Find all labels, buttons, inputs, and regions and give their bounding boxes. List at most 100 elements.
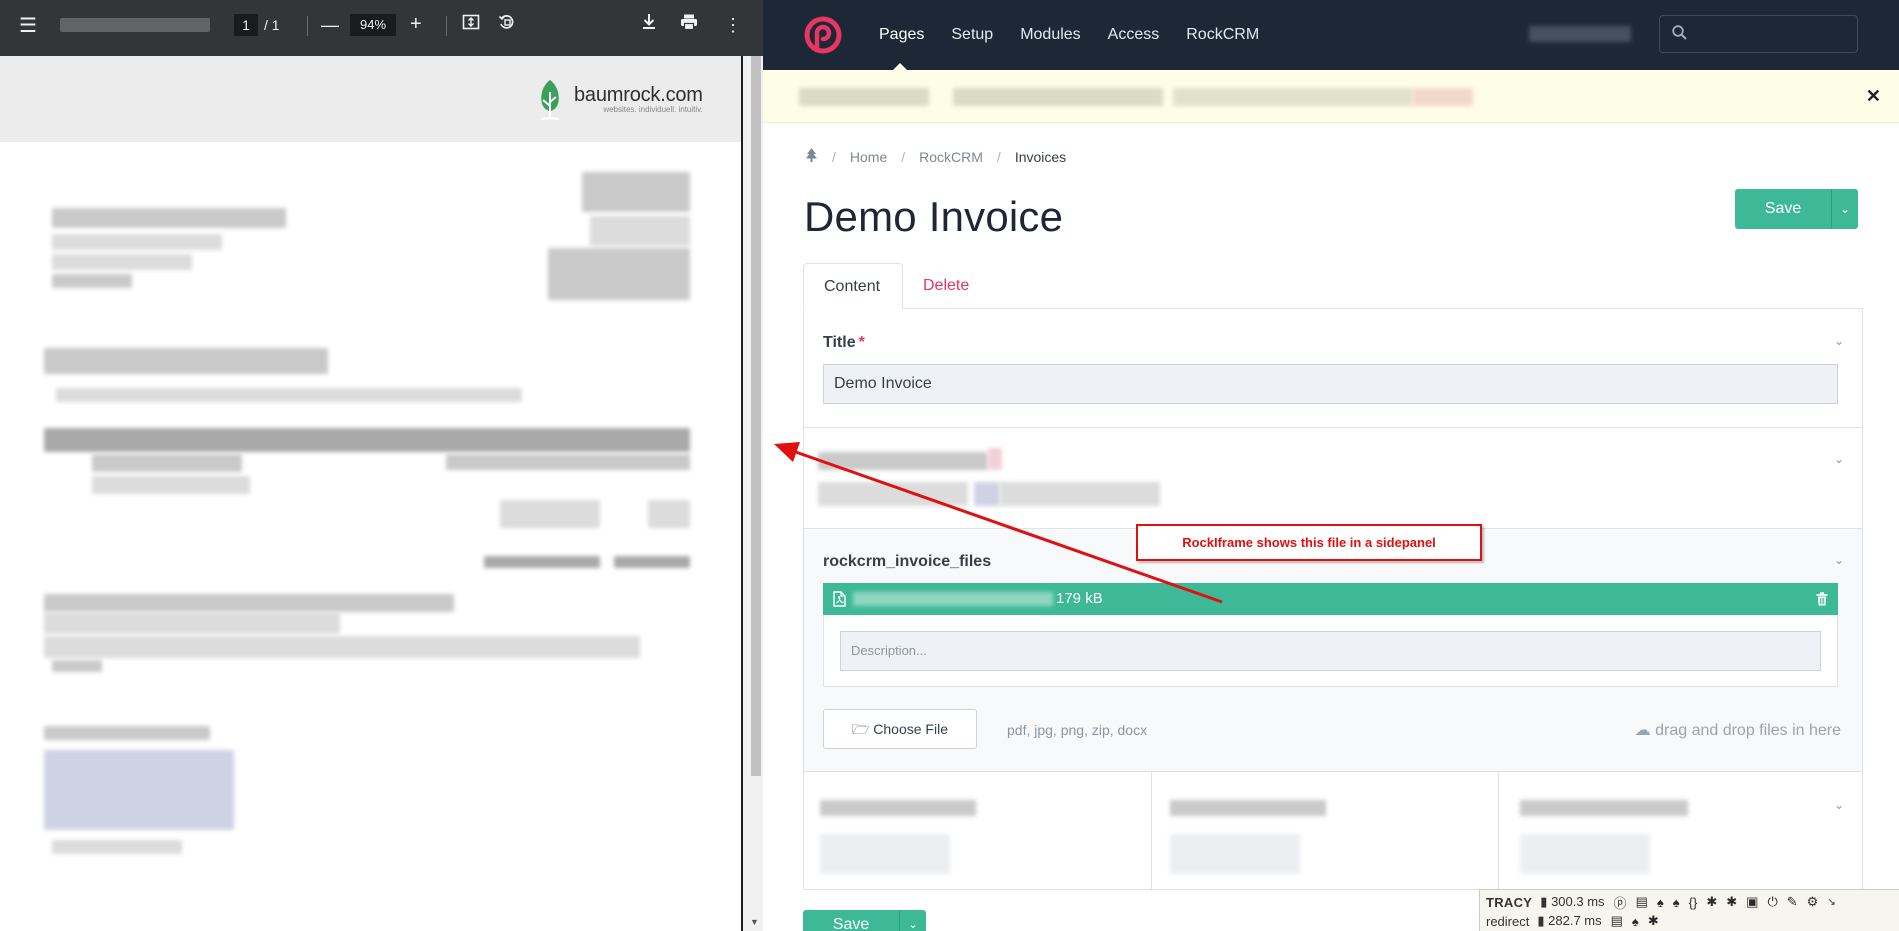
tree-icon[interactable]: ♠ (1657, 895, 1664, 910)
chevron-down-icon[interactable]: ⌄ (1834, 452, 1844, 466)
page-number-input[interactable]: 1 (234, 14, 258, 36)
redacted-value (1170, 834, 1300, 874)
tracy-timer[interactable]: ▮ 300.3 ms (1540, 894, 1604, 910)
user-menu[interactable] (1529, 26, 1631, 42)
redacted-text (446, 454, 690, 470)
tracy-logo[interactable]: TRACY (1486, 895, 1532, 910)
active-nav-indicator (893, 63, 907, 70)
bug-icon[interactable]: ✱ (1648, 913, 1659, 929)
tree-icon[interactable]: ♠ (1632, 914, 1639, 929)
pdf-document-page: baumrock.com websites. individuell. intu… (0, 56, 741, 931)
power-icon[interactable]: ⏻ (1767, 894, 1777, 910)
chevron-down-icon: ⌄ (1839, 202, 1851, 216)
annotation-callout: RockIframe shows this file in a sidepane… (1136, 524, 1482, 561)
document-icon[interactable]: ▤ (1636, 894, 1648, 910)
save-dropdown-toggle[interactable]: ⌄ (1831, 189, 1858, 229)
redacted-text (52, 660, 102, 672)
menu-icon[interactable]: ☰ (19, 14, 37, 38)
brand-name: baumrock.com (574, 84, 703, 106)
redacted-notice-text (1413, 88, 1473, 106)
bar-chart-icon: ▮ (1540, 894, 1548, 909)
print-icon[interactable] (680, 13, 698, 37)
admin-panel: Pages Setup Modules Access RockCRM ✕ / H… (763, 0, 1899, 931)
terminal-icon[interactable]: ▣ (1746, 894, 1758, 910)
toolbar-divider (307, 16, 308, 36)
file-size: 179 kB (1056, 590, 1103, 607)
scroll-down-arrow-icon[interactable]: ▼ (750, 917, 759, 927)
chevron-down-icon[interactable]: ⌄ (1834, 798, 1844, 812)
redacted-text (582, 172, 690, 212)
redacted-text (44, 726, 210, 740)
braces-icon[interactable]: {} (1689, 895, 1698, 910)
file-name[interactable] (853, 592, 1053, 606)
main-nav: Pages Setup Modules Access RockCRM (879, 24, 1286, 46)
pdf-toolbar: ☰ 1 / 1 — 94% + ⋮ (0, 0, 763, 56)
choose-file-button[interactable]: 🗁 Choose File (823, 709, 977, 749)
breadcrumb-rockcrm[interactable]: RockCRM (919, 149, 983, 165)
redacted-notice-text (799, 88, 929, 106)
tracy-debug-bar: TRACY ▮ 300.3 ms ⓟ ▤ ♠ ♠ {} ✱ ✱ ▣ ⏻ ✎ ⚙ … (1479, 889, 1899, 931)
processwire-logo-icon[interactable] (803, 15, 843, 60)
zoom-out-icon[interactable]: — (321, 13, 339, 37)
chevron-down-icon[interactable]: ⌄ (1834, 553, 1844, 567)
tree-icon[interactable] (805, 148, 818, 165)
download-icon[interactable] (641, 13, 657, 37)
bottom-save-button[interactable]: Save (803, 910, 899, 931)
bottom-save-dropdown-toggle[interactable]: ⌄ (899, 910, 926, 931)
rotate-icon[interactable] (498, 13, 516, 37)
document-icon[interactable]: ▤ (1611, 913, 1623, 929)
processwire-icon[interactable]: ⓟ (1614, 893, 1627, 912)
redacted-text (52, 234, 222, 250)
search-icon (1672, 25, 1687, 45)
tracy-timer-redirect[interactable]: ▮ 282.7 ms (1537, 913, 1601, 929)
search-input[interactable] (1659, 15, 1858, 53)
wrench-icon[interactable]: ✎ (1787, 894, 1798, 910)
chevron-down-icon[interactable]: ⌄ (1834, 334, 1844, 348)
more-icon[interactable]: ⋮ (724, 13, 742, 37)
column-divider (1498, 772, 1499, 890)
pdf-scrollbar[interactable]: ▼ (741, 56, 763, 931)
screen: ☰ 1 / 1 — 94% + ⋮ baumrock.com websites.… (0, 0, 1899, 931)
drag-drop-hint: ☁ drag and drop files in here (1635, 720, 1841, 740)
minimize-icon[interactable]: ↘ (1827, 897, 1835, 908)
brand-logo: baumrock.com websites. individuell. intu… (530, 78, 703, 120)
redacted-field: ⌄ (804, 428, 1862, 529)
nav-rockcrm[interactable]: RockCRM (1186, 24, 1259, 46)
trash-icon[interactable] (1816, 583, 1828, 618)
tree-icon[interactable]: ♠ (1673, 895, 1680, 910)
redacted-text (548, 248, 690, 300)
pdf-file-title (60, 18, 210, 32)
gear-icon[interactable]: ⚙ (1807, 894, 1819, 910)
redacted-text (590, 216, 690, 246)
zoom-in-icon[interactable]: + (410, 12, 422, 36)
redacted-text (648, 500, 690, 528)
close-icon[interactable]: ✕ (1866, 86, 1881, 107)
redacted-column-fields: ⌄ (804, 772, 1862, 890)
breadcrumb-home[interactable]: Home (850, 149, 887, 165)
redacted-value (818, 482, 968, 506)
tab-content[interactable]: Content (803, 263, 903, 309)
file-description-input[interactable]: Description... (840, 631, 1821, 671)
redacted-value (1000, 482, 1160, 506)
pdf-scrollbar-thumb[interactable] (751, 56, 761, 776)
nav-setup[interactable]: Setup (951, 24, 993, 46)
zoom-level[interactable]: 94% (350, 14, 396, 36)
breadcrumb-invoices[interactable]: Invoices (1015, 149, 1066, 165)
nav-modules[interactable]: Modules (1020, 24, 1080, 46)
bug-icon[interactable]: ✱ (1726, 894, 1737, 910)
nav-pages[interactable]: Pages (879, 24, 924, 46)
nav-access[interactable]: Access (1108, 24, 1160, 46)
fit-page-icon[interactable] (462, 13, 480, 37)
redacted-text (92, 476, 250, 494)
tab-delete[interactable]: Delete (903, 263, 989, 309)
save-button[interactable]: Save (1735, 189, 1831, 229)
title-input[interactable]: Demo Invoice (823, 364, 1838, 404)
drag-drop-text: drag and drop files in here (1655, 722, 1841, 739)
file-item[interactable]: 179 kB (823, 583, 1838, 615)
breadcrumb: / Home / RockCRM / Invoices (805, 148, 1066, 165)
bug-icon[interactable]: ✱ (1706, 894, 1717, 910)
redacted-text (92, 454, 242, 472)
breadcrumb-separator: / (996, 148, 1001, 165)
page-total: / 1 (264, 17, 280, 33)
title-field-label: Title * (823, 334, 865, 352)
